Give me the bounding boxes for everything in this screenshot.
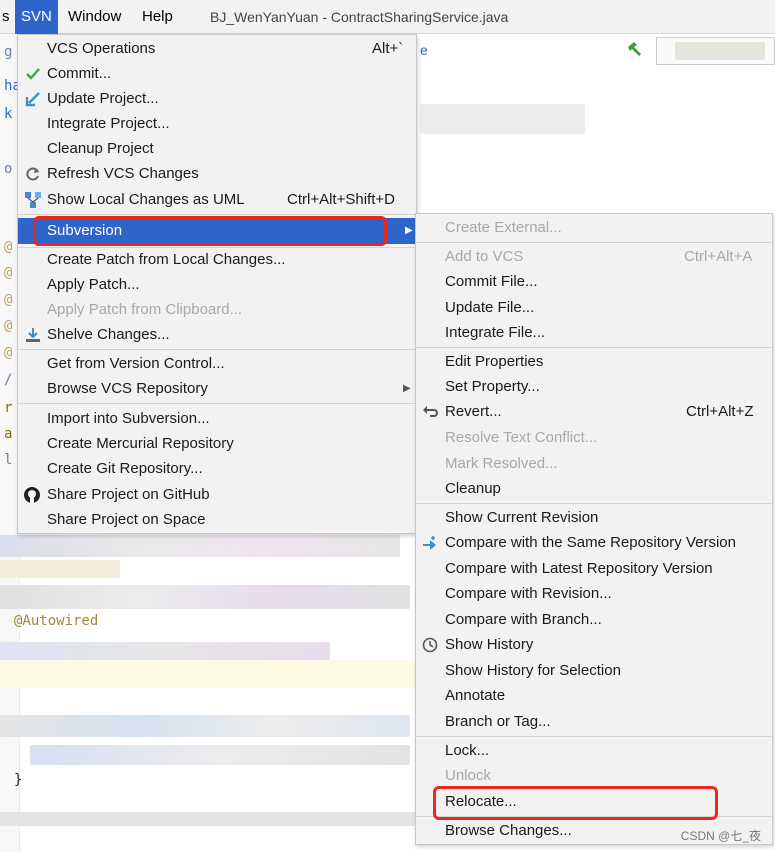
gutter-mark: r — [4, 400, 13, 416]
highlight-box-relocate — [433, 786, 718, 820]
gutter-mark: @ — [4, 292, 13, 308]
editor-fragment: e — [420, 42, 428, 58]
gutter-mark: @ — [4, 239, 13, 255]
menu-item-revert[interactable]: Revert... Ctrl+Alt+Z — [416, 399, 772, 424]
menu-item-share-github[interactable]: Share Project on GitHub — [18, 482, 416, 507]
menu-item-create-git[interactable]: Create Git Repository... — [18, 456, 416, 481]
menu-bar: s SVN Window Help BJ_WenYanYuan - Contra… — [0, 0, 775, 34]
menu-item-help[interactable]: Help — [136, 0, 179, 34]
menu-item-integrate-file[interactable]: Integrate File... — [416, 320, 772, 345]
refresh-icon — [24, 161, 42, 186]
menu-item-edit-properties[interactable]: Edit Properties — [416, 349, 772, 374]
menu-item-integrate-project[interactable]: Integrate Project... — [18, 111, 416, 136]
menu-item-branch-or-tag[interactable]: Branch or Tag... — [416, 709, 772, 734]
watermark: CSDN @七_夜 — [680, 829, 761, 843]
menu-item-apply-patch[interactable]: Apply Patch... — [18, 272, 416, 297]
menu-item-mark-resolved[interactable]: Mark Resolved... — [416, 451, 772, 476]
menu-item-cleanup-project[interactable]: Cleanup Project — [18, 136, 416, 161]
highlight-box-subversion — [33, 216, 387, 246]
menu-item-create-external[interactable]: Create External... — [416, 215, 772, 240]
menu-item-get-from-vcs[interactable]: Get from Version Control... — [18, 351, 416, 376]
blurred-region — [0, 585, 410, 609]
gutter-mark: l — [4, 452, 13, 468]
menu-separator — [18, 214, 416, 215]
menu-item-set-property[interactable]: Set Property... — [416, 374, 772, 399]
menu-item-refresh-vcs[interactable]: Refresh VCS Changes — [18, 161, 416, 186]
menu-item-annotate[interactable]: Annotate — [416, 683, 772, 708]
code-closing-brace: } — [14, 772, 23, 788]
menu-item-shelve-changes[interactable]: Shelve Changes... — [18, 322, 416, 347]
menu-item-show-history-selection[interactable]: Show History for Selection — [416, 658, 772, 683]
menu-item-add-to-vcs[interactable]: Add to VCS Ctrl+Alt+A — [416, 244, 772, 269]
menu-item-apply-patch-clipboard[interactable]: Apply Patch from Clipboard... — [18, 297, 416, 322]
gutter-mark: @ — [4, 318, 13, 334]
menu-item-compare-branch[interactable]: Compare with Branch... — [416, 607, 772, 632]
gutter-mark: g — [4, 44, 13, 60]
menu-item-svn[interactable]: SVN — [15, 0, 58, 34]
github-icon — [23, 482, 41, 507]
menu-item-commit-file[interactable]: Commit File... — [416, 269, 772, 294]
blurred-region — [0, 535, 400, 557]
highlighted-line — [0, 660, 415, 688]
menu-item-prev[interactable]: s — [0, 0, 12, 34]
menu-item-update-project[interactable]: Update Project... — [18, 86, 416, 111]
menu-item-compare-latest-version[interactable]: Compare with Latest Repository Version — [416, 556, 772, 581]
menu-item-share-space[interactable]: Share Project on Space — [18, 507, 416, 532]
menu-separator — [416, 736, 772, 737]
blurred-region — [0, 715, 410, 737]
menu-item-create-mercurial[interactable]: Create Mercurial Repository — [18, 431, 416, 456]
clock-icon — [421, 632, 439, 657]
menu-item-show-history[interactable]: Show History — [416, 632, 772, 657]
menu-item-create-patch[interactable]: Create Patch from Local Changes... — [18, 247, 416, 272]
menu-item-show-current-revision[interactable]: Show Current Revision — [416, 505, 772, 530]
code-annotation: @Autowired — [14, 613, 99, 629]
menu-item-browse-vcs-repository[interactable]: Browse VCS Repository ▶ — [18, 376, 416, 401]
revert-icon — [421, 399, 439, 424]
submenu-arrow-icon: ▶ — [403, 383, 411, 394]
submenu-arrow-icon: ▶ — [405, 225, 413, 236]
shelve-icon — [24, 322, 42, 347]
menu-separator — [18, 403, 416, 404]
update-arrow-icon — [24, 86, 42, 111]
menu-item-vcs-operations[interactable]: VCS Operations Alt+` — [18, 36, 416, 61]
gutter-mark: k — [4, 106, 13, 122]
menu-item-cleanup[interactable]: Cleanup — [416, 476, 772, 501]
menu-item-compare-revision[interactable]: Compare with Revision... — [416, 581, 772, 606]
window-title: BJ_WenYanYuan - ContractSharingService.j… — [210, 9, 509, 25]
blurred-region — [30, 745, 410, 765]
compare-icon — [421, 530, 439, 555]
uml-icon — [24, 187, 42, 212]
menu-separator — [416, 347, 772, 348]
gutter-mark: @ — [4, 265, 13, 281]
gutter-mark: o — [4, 161, 13, 177]
build-hammer-icon[interactable] — [625, 40, 643, 58]
menu-item-show-local-changes-uml[interactable]: Show Local Changes as UML Ctrl+Alt+Shift… — [18, 187, 416, 212]
menu-separator — [416, 242, 772, 243]
menu-item-unlock[interactable]: Unlock — [416, 763, 772, 788]
horizontal-scrollbar[interactable] — [0, 812, 420, 826]
gutter-mark: @ — [4, 345, 13, 361]
blurred-region — [675, 42, 765, 60]
menu-item-commit[interactable]: Commit... — [18, 61, 416, 86]
menu-separator — [416, 503, 772, 504]
menu-item-lock[interactable]: Lock... — [416, 738, 772, 763]
menu-item-compare-same-version[interactable]: Compare with the Same Repository Version — [416, 530, 772, 555]
blurred-region — [420, 104, 585, 134]
check-icon — [24, 61, 42, 86]
gutter-mark: a — [4, 426, 13, 442]
menu-item-resolve-text-conflict[interactable]: Resolve Text Conflict... — [416, 425, 772, 450]
menu-item-update-file[interactable]: Update File... — [416, 295, 772, 320]
svn-menu: VCS Operations Alt+` Commit... Update Pr… — [17, 34, 417, 534]
menu-separator — [18, 349, 416, 350]
menu-item-window[interactable]: Window — [62, 0, 127, 34]
blurred-region — [0, 560, 120, 578]
subversion-submenu: Create External... Add to VCS Ctrl+Alt+A… — [415, 213, 773, 845]
menu-item-import-into-subversion[interactable]: Import into Subversion... — [18, 406, 416, 431]
blurred-region — [0, 642, 330, 660]
gutter-mark: / — [4, 372, 13, 388]
